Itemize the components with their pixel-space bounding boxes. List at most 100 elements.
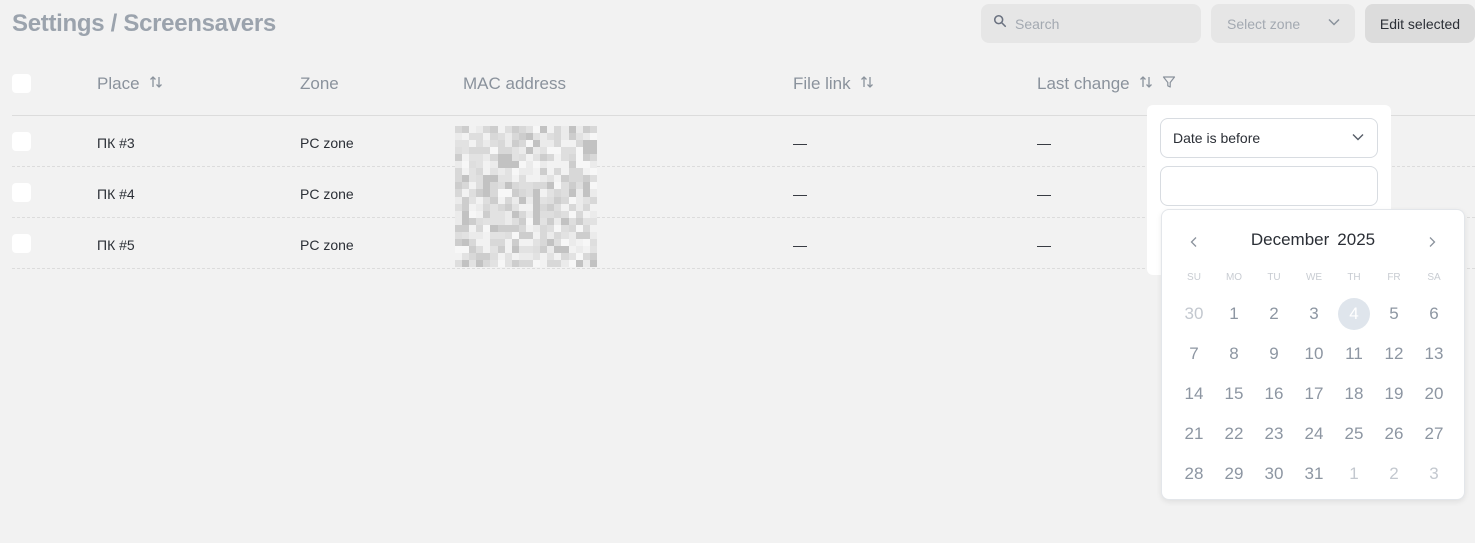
calendar-day[interactable]: 18 [1334, 374, 1374, 414]
calendar-day[interactable]: 3 [1414, 454, 1454, 494]
calendar-day[interactable]: 21 [1174, 414, 1214, 454]
calendar-day[interactable]: 26 [1374, 414, 1414, 454]
weekday-label: SU [1187, 272, 1201, 283]
edit-selected-button[interactable]: Edit selected [1365, 4, 1475, 43]
weekday-label: WE [1305, 272, 1323, 283]
calendar-day[interactable]: 7 [1174, 334, 1214, 374]
calendar-day[interactable]: 31 [1294, 454, 1334, 494]
column-header-place[interactable]: Place [97, 74, 163, 94]
zone-select[interactable]: Select zone [1211, 4, 1355, 43]
weekday-row: SU MO TU WE TH FR SA [1174, 272, 1454, 283]
calendar-day-number: 30 [1264, 464, 1284, 483]
sort-icon[interactable] [149, 74, 163, 94]
column-label: Place [97, 74, 140, 93]
calendar-day-number: 22 [1224, 424, 1244, 443]
row-checkbox[interactable] [12, 132, 31, 151]
column-label: Zone [300, 74, 339, 93]
column-label: MAC address [463, 74, 566, 93]
last-change-cell: — [1037, 135, 1051, 151]
place-cell: ПК #5 [97, 237, 135, 253]
calendar-day[interactable]: 13 [1414, 334, 1454, 374]
calendar-day-number: 28 [1184, 464, 1204, 483]
days-grid: 30 1 2 3 4 5 6 7 8 9 10 11 12 13 14 15 16 17 18 19 20 21 22 23 2… [1174, 294, 1454, 494]
chevron-down-icon [1327, 15, 1341, 32]
filter-icon[interactable] [1162, 74, 1176, 94]
chevron-right-icon[interactable] [1420, 232, 1444, 252]
column-header-last-change[interactable]: Last change [1037, 74, 1176, 94]
weekday-label: FR [1387, 272, 1401, 283]
calendar-day-number: 27 [1424, 424, 1444, 443]
file-link-cell: — [793, 135, 807, 151]
calendar-day-number: 16 [1264, 384, 1284, 403]
calendar-day[interactable]: 1 [1214, 294, 1254, 334]
row-checkbox[interactable] [12, 234, 31, 253]
calendar-day-number: 3 [1309, 304, 1319, 323]
calendar-day[interactable]: 30 [1254, 454, 1294, 494]
calendar-day[interactable]: 14 [1174, 374, 1214, 414]
calendar-day[interactable]: 16 [1254, 374, 1294, 414]
calendar-day[interactable]: 17 [1294, 374, 1334, 414]
select-all-checkbox[interactable] [12, 74, 31, 93]
calendar-day-number: 13 [1424, 344, 1444, 363]
sort-icon[interactable] [1139, 74, 1153, 94]
calendar-day[interactable]: 6 [1414, 294, 1454, 334]
calendar-day-number: 29 [1224, 464, 1244, 483]
calendar-day[interactable]: 28 [1174, 454, 1214, 494]
calendar-year[interactable]: 2025 [1337, 230, 1375, 250]
file-link-cell: — [793, 237, 807, 253]
calendar-day[interactable]: 2 [1254, 294, 1294, 334]
calendar-day[interactable]: 1 [1334, 454, 1374, 494]
calendar-day[interactable]: 2 [1374, 454, 1414, 494]
calendar-day-number: 6 [1429, 304, 1439, 323]
calendar-day-number: 15 [1224, 384, 1244, 403]
row-checkbox[interactable] [12, 183, 31, 202]
search-icon [993, 14, 1007, 33]
weekday-label: TU [1267, 272, 1281, 283]
calendar-day-number: 21 [1184, 424, 1204, 443]
calendar-day-number: 30 [1184, 304, 1204, 323]
calendar-day-today[interactable]: 4 [1334, 294, 1374, 334]
calendar-day[interactable]: 20 [1414, 374, 1454, 414]
calendar-day[interactable]: 8 [1214, 334, 1254, 374]
search-box[interactable] [981, 4, 1201, 43]
mac-address-redacted [455, 126, 597, 267]
calendar-day[interactable]: 15 [1214, 374, 1254, 414]
calendar-month[interactable]: December [1251, 230, 1329, 250]
calendar-day[interactable]: 9 [1254, 334, 1294, 374]
page-title: Settings / Screensavers [12, 10, 276, 37]
calendar-day-number: 31 [1304, 464, 1324, 483]
calendar-day-number: 3 [1429, 464, 1439, 483]
weekday-label: MO [1225, 272, 1243, 283]
calendar-day-number: 8 [1229, 344, 1239, 363]
column-header-file-link[interactable]: File link [793, 74, 874, 94]
calendar-day[interactable]: 23 [1254, 414, 1294, 454]
calendar-day[interactable]: 25 [1334, 414, 1374, 454]
weekday-label: SA [1427, 272, 1441, 283]
calendar-day[interactable]: 10 [1294, 334, 1334, 374]
zone-cell: PC zone [300, 237, 354, 253]
calendar-day-number: 18 [1344, 384, 1364, 403]
column-label: Last change [1037, 74, 1130, 93]
calendar-day[interactable]: 11 [1334, 334, 1374, 374]
calendar-day[interactable]: 5 [1374, 294, 1414, 334]
sort-icon[interactable] [860, 74, 874, 94]
calendar-day[interactable]: 19 [1374, 374, 1414, 414]
calendar-day[interactable]: 24 [1294, 414, 1334, 454]
calendar-day[interactable]: 30 [1174, 294, 1214, 334]
file-link-cell: — [793, 186, 807, 202]
calendar-day[interactable]: 22 [1214, 414, 1254, 454]
last-change-cell: — [1037, 186, 1051, 202]
date-value-input[interactable] [1160, 166, 1378, 206]
calendar-day-number: 19 [1384, 384, 1404, 403]
calendar-day[interactable]: 27 [1414, 414, 1454, 454]
date-condition-label: Date is before [1173, 130, 1261, 146]
date-condition-select[interactable]: Date is before [1160, 118, 1378, 158]
calendar-day-number: 7 [1189, 344, 1199, 363]
chevron-down-icon [1351, 130, 1365, 147]
column-label: File link [793, 74, 851, 93]
calendar-day[interactable]: 3 [1294, 294, 1334, 334]
calendar-day[interactable]: 29 [1214, 454, 1254, 494]
calendar-day[interactable]: 12 [1374, 334, 1414, 374]
search-input[interactable] [1015, 15, 1185, 32]
calendar-day-number: 11 [1345, 344, 1363, 363]
